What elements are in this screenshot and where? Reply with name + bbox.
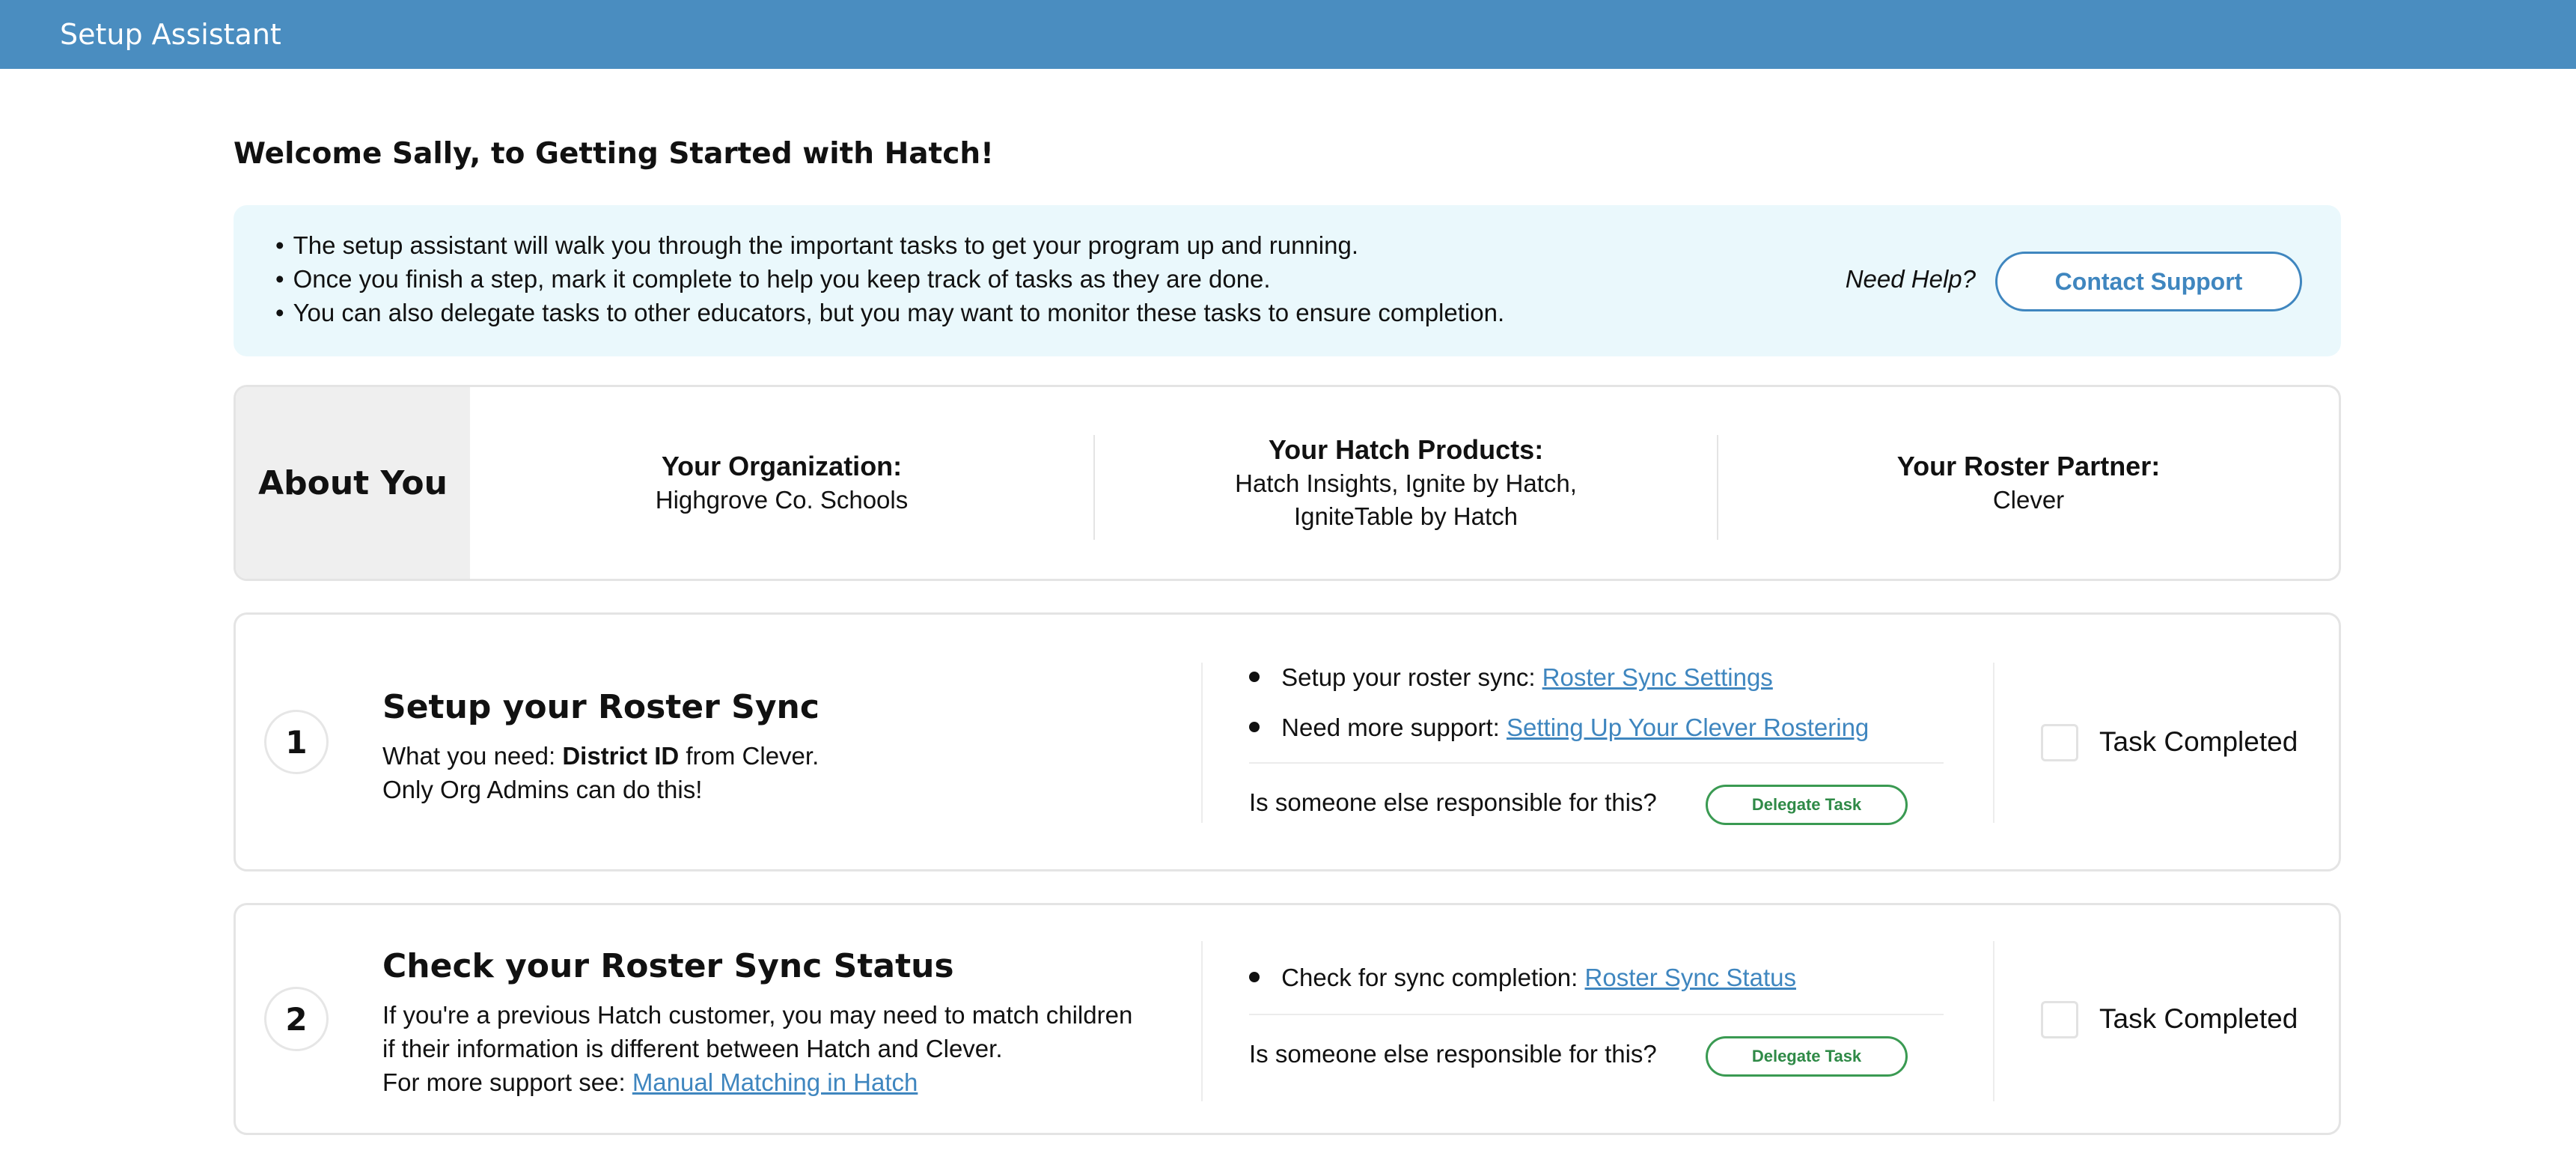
task-completed-label[interactable]: Task Completed [2099,726,2298,758]
organization-value: Highgrove Co. Schools [655,486,909,514]
info-panel: The setup assistant will walk you throug… [234,205,2341,356]
info-bullet: The setup assistant will walk you throug… [275,228,1504,262]
about-you-card: About You Your Organization: Highgrove C… [234,385,2341,581]
task-completed-checkbox[interactable] [2041,1001,2078,1038]
manual-matching-link[interactable]: Manual Matching in Hatch [632,1068,918,1096]
info-bullet: Once you finish a step, mark it complete… [275,262,1504,296]
task-bullet-text: Check for sync completion: [1281,964,1585,991]
column-divider [1201,941,1203,1101]
products-section: Your Hatch Products: Hatch Insights, Ign… [1095,387,1717,579]
need-help-label: Need Help? [1845,265,1976,293]
products-value-line2: IgniteTable by Hatch [1293,502,1518,530]
info-bullet: You can also delegate tasks to other edu… [275,296,1505,329]
section-divider [1249,762,1944,764]
task-card-1: 1 Setup your Roster Sync What you need: … [234,612,2341,871]
roster-partner-section: Your Roster Partner: Clever [1718,387,2339,579]
info-bullet-list: The setup assistant will walk you throug… [275,228,1505,329]
task-description-line1: If you're a previous Hatch customer, you… [382,1001,1133,1029]
roster-partner-value: Clever [1992,486,2065,514]
task-description: What you need: District ID from Clever. [382,739,819,773]
task-description-line2: Only Org Admins can do this! [382,776,703,803]
task-completed-checkbox[interactable] [2041,724,2078,761]
clever-rostering-help-link[interactable]: Setting Up Your Clever Rostering [1507,714,1869,741]
roster-sync-status-link[interactable]: Roster Sync Status [1585,964,1796,991]
column-divider [1993,663,1994,823]
roster-sync-settings-link[interactable]: Roster Sync Settings [1542,663,1773,691]
column-divider [1201,663,1203,823]
responsible-question: Is someone else responsible for this? [1249,1040,1657,1068]
organization-heading: Your Organization: [661,451,903,481]
task-bullet-text: Setup your roster sync: [1281,663,1542,691]
task-description-line2: if their information is different betwee… [382,1035,1003,1062]
task-completed-label[interactable]: Task Completed [2099,1003,2298,1035]
task-bullet: Setup your roster sync: Roster Sync Sett… [1249,663,1773,692]
page-title: Welcome Sally, to Getting Started with H… [234,137,994,171]
section-divider [1249,1014,1944,1015]
task-bullet: Check for sync completion: Roster Sync S… [1249,964,1796,992]
delegate-task-button[interactable]: Delegate Task [1706,785,1908,825]
products-value-line1: Hatch Insights, Ignite by Hatch, [1235,469,1577,497]
task-description-bold: District ID [562,742,680,770]
column-divider [1993,941,1994,1101]
task-description-line3: For more support see: Manual Matching in… [382,1065,918,1099]
responsible-question: Is someone else responsible for this? [1249,788,1657,816]
task-bullet-text: Need more support: [1281,714,1507,741]
about-you-label: About You [236,387,470,579]
task-title: Setup your Roster Sync [382,688,820,726]
delegate-task-button[interactable]: Delegate Task [1706,1036,1908,1077]
step-number: 2 [264,987,329,1051]
top-bar: Setup Assistant [0,0,2576,69]
products-heading: Your Hatch Products: [1268,434,1544,465]
task-description-text: What you need: [382,742,563,770]
app-title: Setup Assistant [60,18,281,51]
task-bullet: Need more support: Setting Up Your Cleve… [1249,714,1869,742]
task-description-text: from Clever. [679,742,820,770]
task-title: Check your Roster Sync Status [382,947,954,985]
task-card-2: 2 Check your Roster Sync Status If you'r… [234,903,2341,1135]
roster-partner-heading: Your Roster Partner: [1896,451,2161,481]
task-description-text: For more support see: [382,1068,632,1096]
organization-section: Your Organization: Highgrove Co. Schools [470,387,1093,579]
contact-support-button[interactable]: Contact Support [1995,252,2302,311]
step-number: 1 [264,710,329,774]
